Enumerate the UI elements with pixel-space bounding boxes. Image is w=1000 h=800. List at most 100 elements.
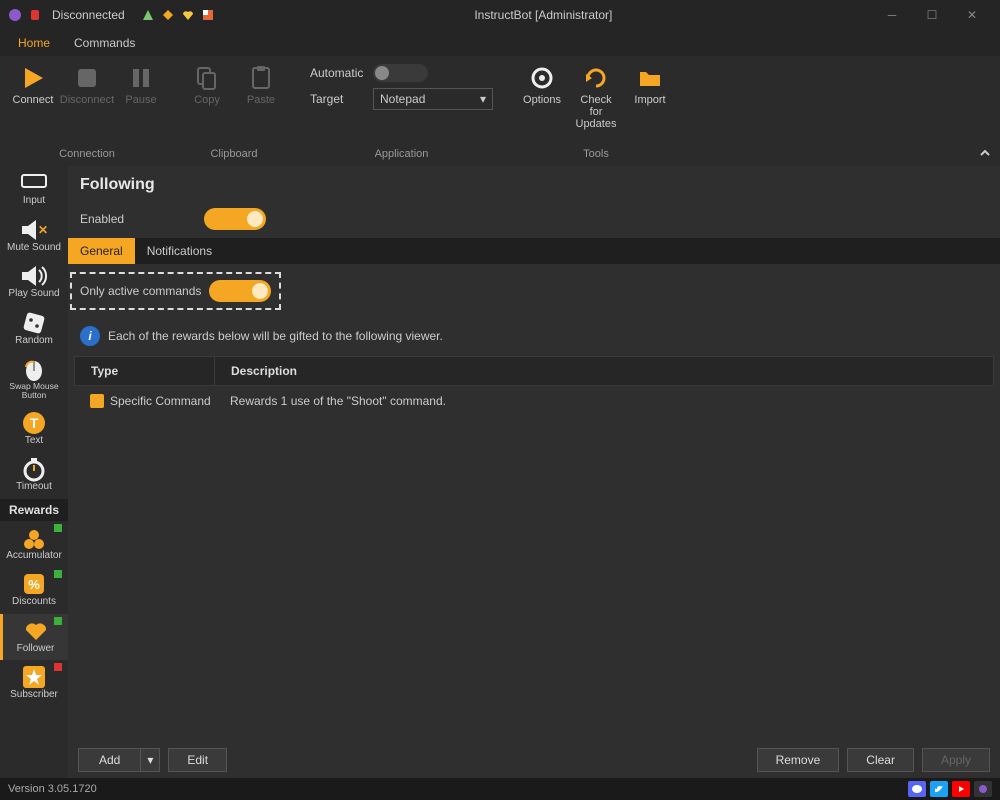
version-label: Version 3.05.1720	[8, 783, 97, 795]
sidebar-item-input[interactable]: Input	[0, 166, 68, 213]
discount-icon: %	[19, 571, 49, 597]
minimize-button[interactable]: ─	[872, 0, 912, 30]
gear-icon	[528, 64, 556, 92]
disconnect-button[interactable]: Disconnect	[62, 60, 112, 110]
status-dot-green	[54, 524, 62, 532]
sidebar-item-timeout[interactable]: Timeout	[0, 452, 68, 499]
sidebar-item-discounts[interactable]: % Discounts	[0, 567, 68, 614]
ribbon-group-tools: Options Check for Updates Import Tools	[509, 56, 683, 166]
sidebar-item-text[interactable]: T Text	[0, 406, 68, 453]
cell-description: Rewards 1 use of the "Shoot" command.	[230, 394, 978, 408]
accumulator-icon	[19, 525, 49, 551]
quick-icon-1[interactable]	[141, 8, 155, 22]
sidebar-item-swap-mouse[interactable]: Swap Mouse Button	[0, 352, 68, 406]
statusbar-icons	[908, 781, 992, 797]
quick-icon-4[interactable]	[201, 8, 215, 22]
quick-icon-3[interactable]	[181, 8, 195, 22]
app-icon	[8, 8, 22, 22]
tab-notifications[interactable]: Notifications	[135, 238, 224, 264]
clipboard-group-label: Clipboard	[210, 148, 257, 164]
connect-button[interactable]: Connect	[8, 60, 58, 110]
col-type[interactable]: Type	[75, 357, 215, 385]
text-icon: T	[19, 410, 49, 436]
paste-icon	[247, 64, 275, 92]
chevron-down-icon[interactable]: ▾	[141, 749, 159, 771]
sidebar-item-accumulator[interactable]: Accumulator	[0, 521, 68, 568]
info-text: Each of the rewards below will be gifted…	[108, 329, 443, 343]
status-dot-green	[54, 617, 62, 625]
ribbon-collapse-button[interactable]	[978, 146, 992, 160]
youtube-icon[interactable]	[952, 781, 970, 797]
titlebar-quick-icons	[141, 8, 215, 22]
enabled-label: Enabled	[80, 212, 124, 226]
main-header: Following	[68, 166, 1000, 200]
options-button[interactable]: Options	[517, 60, 567, 110]
menu-commands[interactable]: Commands	[64, 32, 145, 54]
maximize-button[interactable]: ☐	[912, 0, 952, 30]
sidebar-item-subscriber[interactable]: Subscriber	[0, 660, 68, 707]
pause-button[interactable]: Pause	[116, 60, 166, 110]
mouse-icon	[19, 356, 49, 382]
cell-type: Specific Command	[90, 394, 230, 408]
speaker-icon	[19, 263, 49, 289]
folder-icon	[636, 64, 664, 92]
edit-button[interactable]: Edit	[168, 748, 227, 772]
refresh-icon	[582, 64, 610, 92]
enabled-toggle[interactable]	[204, 208, 266, 230]
remove-button[interactable]: Remove	[757, 748, 840, 772]
chevron-down-icon: ▾	[480, 92, 486, 106]
svg-text:T: T	[30, 415, 39, 431]
check-updates-button[interactable]: Check for Updates	[571, 60, 621, 134]
tab-general[interactable]: General	[68, 238, 135, 264]
apply-button[interactable]: Apply	[922, 748, 990, 772]
info-row: i Each of the rewards below will be gift…	[68, 318, 1000, 354]
ribbon-group-application: Automatic Target Notepad ▾ Application	[294, 56, 509, 166]
sidebar-item-random[interactable]: Random	[0, 306, 68, 353]
target-select[interactable]: Notepad ▾	[373, 88, 493, 110]
copy-button[interactable]: Copy	[182, 60, 232, 110]
status-dot-red	[54, 663, 62, 671]
table-row[interactable]: Specific Command Rewards 1 use of the "S…	[74, 386, 994, 416]
add-button[interactable]: Add ▾	[78, 748, 160, 772]
close-button[interactable]: ✕	[952, 0, 992, 30]
window-title: InstructBot [Administrator]	[215, 8, 872, 22]
star-icon	[19, 664, 49, 690]
sidebar: Input ✕ Mute Sound Play Sound Random Swa…	[0, 166, 68, 778]
rewards-table: Type Description Specific Command Reward…	[74, 356, 994, 416]
clear-button[interactable]: Clear	[847, 748, 914, 772]
ribbon: Connect Disconnect Pause Connection Copy…	[0, 56, 1000, 166]
menu-home[interactable]: Home	[8, 32, 60, 54]
enabled-row: Enabled	[68, 200, 1000, 238]
col-description[interactable]: Description	[215, 357, 993, 385]
only-active-toggle[interactable]	[209, 280, 271, 302]
connection-status: Disconnected	[52, 8, 125, 22]
twitter-icon[interactable]	[930, 781, 948, 797]
status-dot-green	[54, 570, 62, 578]
import-button[interactable]: Import	[625, 60, 675, 110]
only-active-label: Only active commands	[80, 284, 201, 298]
sidebar-heading-rewards: Rewards	[0, 499, 68, 521]
plug-icon	[28, 8, 42, 22]
svg-text:✕: ✕	[38, 223, 48, 237]
app-small-icon[interactable]	[974, 781, 992, 797]
info-icon: i	[80, 326, 100, 346]
automatic-toggle[interactable]	[373, 64, 428, 82]
tools-group-label: Tools	[583, 148, 609, 164]
sidebar-item-play-sound[interactable]: Play Sound	[0, 259, 68, 306]
tabs: General Notifications	[68, 238, 1000, 264]
status-bar: Version 3.05.1720	[0, 778, 1000, 800]
keyboard-icon	[19, 170, 49, 196]
ribbon-group-connection: Connect Disconnect Pause Connection	[0, 56, 174, 166]
heart-icon	[21, 618, 51, 644]
stopwatch-icon	[19, 456, 49, 482]
discord-icon[interactable]	[908, 781, 926, 797]
quick-icon-2[interactable]	[161, 8, 175, 22]
ribbon-group-clipboard: Copy Paste Clipboard	[174, 56, 294, 166]
command-icon	[90, 394, 104, 408]
svg-text:%: %	[28, 577, 40, 592]
target-row: Target Notepad ▾	[310, 88, 493, 110]
sidebar-item-mute-sound[interactable]: ✕ Mute Sound	[0, 213, 68, 260]
sidebar-item-follower[interactable]: Follower	[0, 614, 68, 661]
only-active-highlight: Only active commands	[70, 272, 281, 310]
paste-button[interactable]: Paste	[236, 60, 286, 110]
